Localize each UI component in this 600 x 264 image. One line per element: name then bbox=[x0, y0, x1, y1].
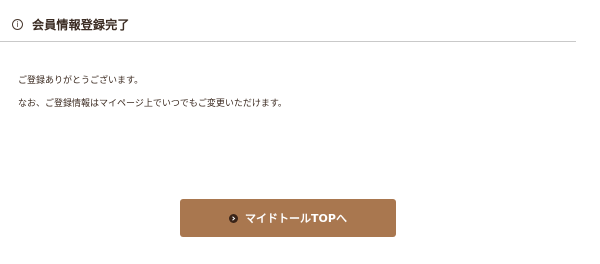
mydoutor-top-button[interactable]: マイドトールTOPへ bbox=[180, 199, 396, 237]
info-change-message: なお、ご登録情報はマイページ上でいつでもご変更いただけます。 bbox=[18, 99, 287, 109]
page-header: i 会員情報登録完了 bbox=[0, 0, 576, 42]
page-title: 会員情報登録完了 bbox=[32, 18, 130, 32]
button-content: マイドトールTOPへ bbox=[229, 210, 347, 226]
button-label: マイドトールTOPへ bbox=[245, 212, 347, 225]
thank-you-message: ご登録ありがとうございます。 bbox=[18, 76, 144, 86]
info-icon: i bbox=[12, 19, 23, 30]
chevron-right-icon bbox=[229, 213, 239, 223]
